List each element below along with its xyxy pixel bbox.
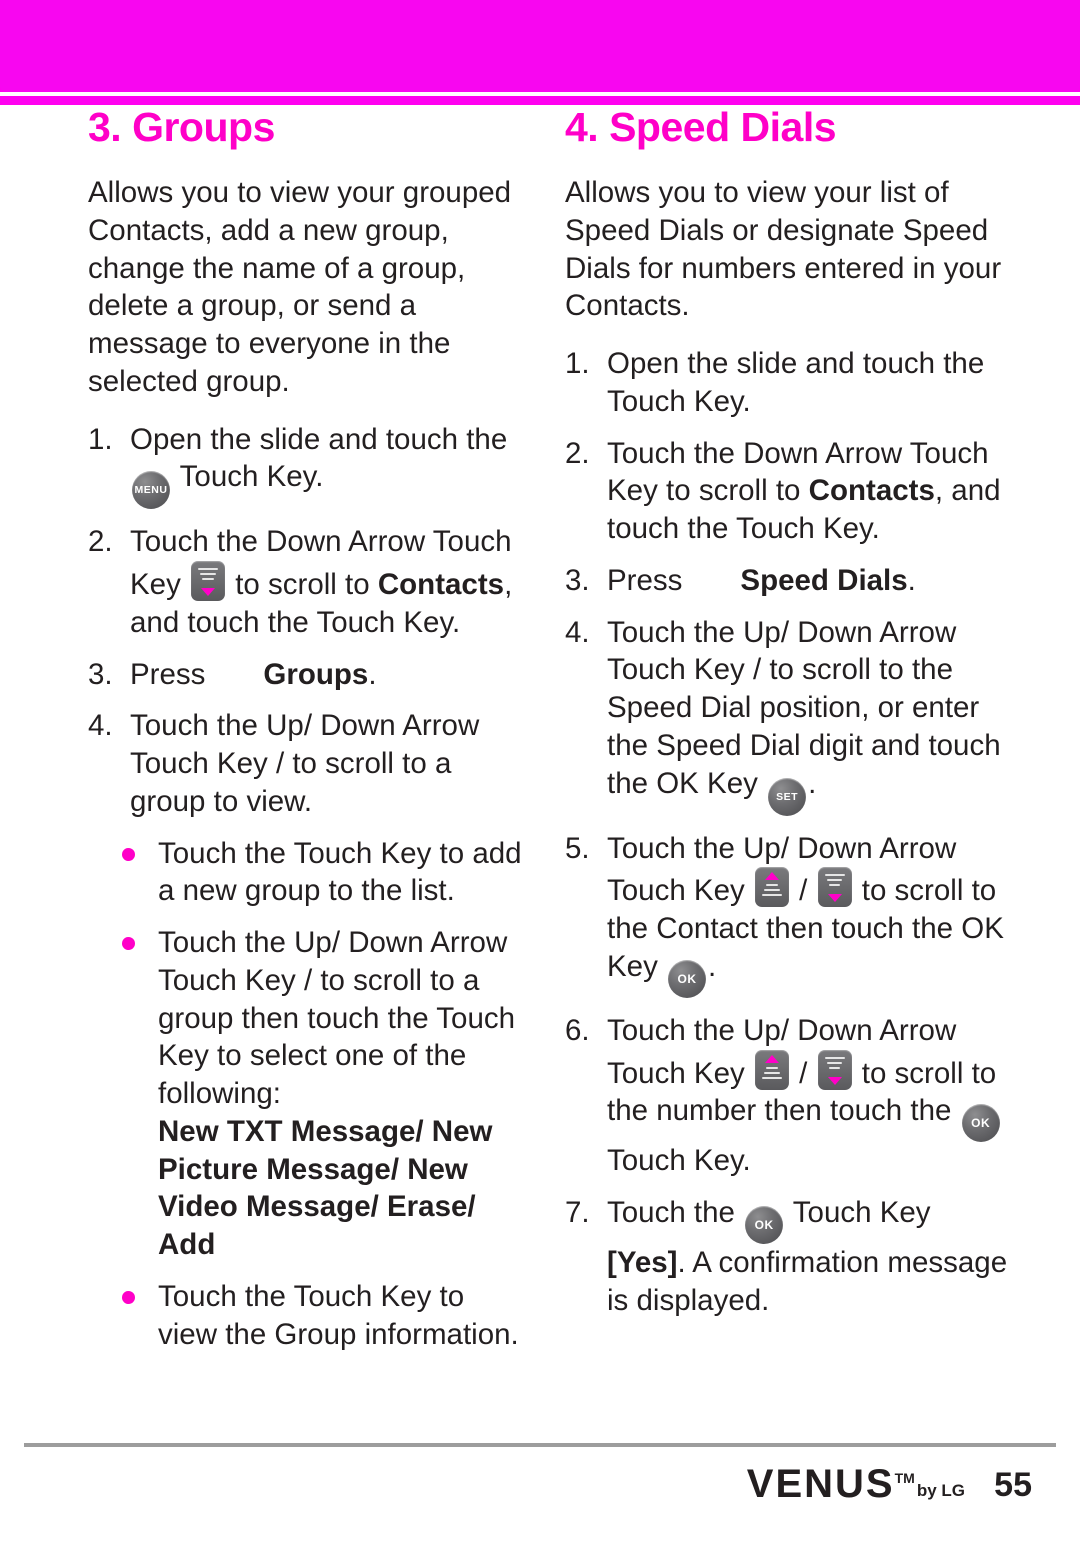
- set-key-icon: SET: [768, 777, 807, 816]
- left-column: 3. Groups Allows you to view your groupe…: [88, 104, 528, 1367]
- header-band-inner: [0, 0, 1080, 92]
- left-step-3-bold: Groups: [263, 657, 369, 691]
- left-section-title: 3. Groups: [88, 104, 275, 150]
- right-step-7-mid: Touch Key: [785, 1196, 931, 1230]
- down-arrow-key-icon: [817, 1049, 852, 1090]
- right-intro-text: Allows you to view your list of Speed Di…: [565, 176, 1002, 323]
- bullet-dot-icon: [122, 847, 135, 861]
- right-step-1: 1. Open the slide and touch the Touch Ke…: [565, 345, 1015, 421]
- right-step-2-bold: Contacts: [808, 474, 935, 508]
- left-bullet-1-text: Touch the Touch Key to add a new group t…: [158, 836, 522, 908]
- left-bullet-2: Touch the Up/ Down Arrow Touch Key / to …: [118, 924, 528, 1264]
- right-step-5-sep: /: [790, 874, 816, 908]
- right-step-6-number: 6.: [565, 1013, 590, 1047]
- right-column: 4. Speed Dials Allows you to view your l…: [565, 104, 1015, 1334]
- right-step-3: 3. Press Speed Dials.: [565, 562, 1015, 600]
- bullet-dot-icon: [122, 937, 135, 951]
- right-step-6: 6. Touch the Up/ Down Arrow Touch Key / …: [565, 1012, 1015, 1180]
- right-step-5-number: 5.: [565, 831, 590, 865]
- menu-key-icon: MENU: [132, 471, 170, 510]
- left-step-3-pre: Press: [130, 657, 206, 691]
- left-step-4-text: Touch the Up/ Down Arrow Touch Key / to …: [130, 709, 480, 818]
- right-step-4: 4. Touch the Up/ Down Arrow Touch Key / …: [565, 614, 1015, 816]
- left-step-2: 2. Touch the Down Arrow Touch Key to scr…: [88, 523, 528, 641]
- brand-logo: VENUSTMby LG: [747, 1462, 965, 1507]
- ok-key-icon: OK: [745, 1206, 784, 1245]
- left-intro-text: Allows you to view your grouped Contacts…: [88, 176, 512, 398]
- right-section-title: 4. Speed Dials: [565, 104, 837, 150]
- right-step-3-bold: Speed Dials: [740, 563, 908, 597]
- left-step-3-number: 3.: [88, 657, 113, 691]
- page-footer: VENUSTMby LG 55: [0, 1462, 1080, 1532]
- up-arrow-key-icon: [754, 867, 789, 908]
- right-step-5: 5. Touch the Up/ Down Arrow Touch Key / …: [565, 830, 1015, 998]
- left-step-1-pre: Open the slide and touch the: [130, 422, 508, 456]
- ok-key-icon: OK: [668, 959, 707, 998]
- right-step-2-number: 2.: [565, 436, 590, 470]
- right-step-3-number: 3.: [565, 563, 590, 597]
- left-step-4: 4. Touch the Up/ Down Arrow Touch Key / …: [88, 707, 528, 820]
- left-step-2-number: 2.: [88, 525, 113, 559]
- left-step-4-number: 4.: [88, 709, 113, 743]
- right-step-7-pre: Touch the: [607, 1196, 744, 1230]
- page-number: 55: [994, 1466, 1032, 1504]
- left-step-1-number: 1.: [88, 422, 113, 456]
- right-step-5-post: .: [708, 949, 717, 983]
- left-bullet-2-text: Touch the Up/ Down Arrow Touch Key / to …: [158, 926, 516, 1111]
- down-arrow-key-icon: [191, 561, 226, 602]
- right-step-6-post: Touch Key.: [607, 1144, 751, 1178]
- left-bullet-3: Touch the Touch Key to view the Group in…: [118, 1278, 528, 1354]
- down-arrow-key-icon: [817, 867, 852, 908]
- left-step-2-mid: to scroll to: [227, 568, 378, 602]
- page-body: 3. Groups Allows you to view your groupe…: [0, 104, 1080, 1435]
- right-step-6-sep: /: [790, 1056, 816, 1090]
- right-step-7-number: 7.: [565, 1196, 590, 1230]
- bullet-dot-icon: [122, 1290, 135, 1304]
- right-step-4-number: 4.: [565, 615, 590, 649]
- left-step-1-post: Touch Key.: [172, 460, 324, 494]
- brand-trademark: TM: [894, 1470, 915, 1486]
- left-step-1: 1. Open the slide and touch the MENU Tou…: [88, 421, 528, 510]
- left-step-2-bold: Contacts: [377, 568, 505, 602]
- right-step-7-bold: [Yes]: [607, 1246, 678, 1280]
- right-step-4-post: .: [808, 766, 817, 800]
- brand-name: VENUS: [746, 1462, 895, 1506]
- left-bullet-3-text: Touch the Touch Key to view the Group in…: [158, 1279, 519, 1351]
- left-step-3: 3. Press Groups.: [88, 656, 528, 694]
- right-step-7: 7. Touch the OK Touch Key [Yes]. A confi…: [565, 1194, 1015, 1320]
- header-band: [0, 0, 1080, 92]
- ok-key-icon: OK: [961, 1104, 1000, 1143]
- right-step-3-post: .: [907, 563, 916, 597]
- right-step-1-number: 1.: [565, 347, 590, 381]
- footer-divider: [24, 1443, 1056, 1447]
- right-step-2: 2. Touch the Down Arrow Touch Key to scr…: [565, 435, 1015, 548]
- brand-by-lg: by LG: [916, 1481, 965, 1500]
- right-step-4-pre: Touch the Up/ Down Arrow Touch Key / to …: [607, 615, 1001, 800]
- left-bullet-1: Touch the Touch Key to add a new group t…: [118, 835, 528, 911]
- right-step-3-pre: Press: [607, 563, 683, 597]
- left-bullet-2-options: New TXT Message/ New Picture Message/ Ne…: [158, 1114, 493, 1262]
- right-step-1-text: Open the slide and touch the Touch Key.: [607, 347, 985, 418]
- up-arrow-key-icon: [754, 1049, 789, 1090]
- left-step-3-post: .: [368, 657, 377, 691]
